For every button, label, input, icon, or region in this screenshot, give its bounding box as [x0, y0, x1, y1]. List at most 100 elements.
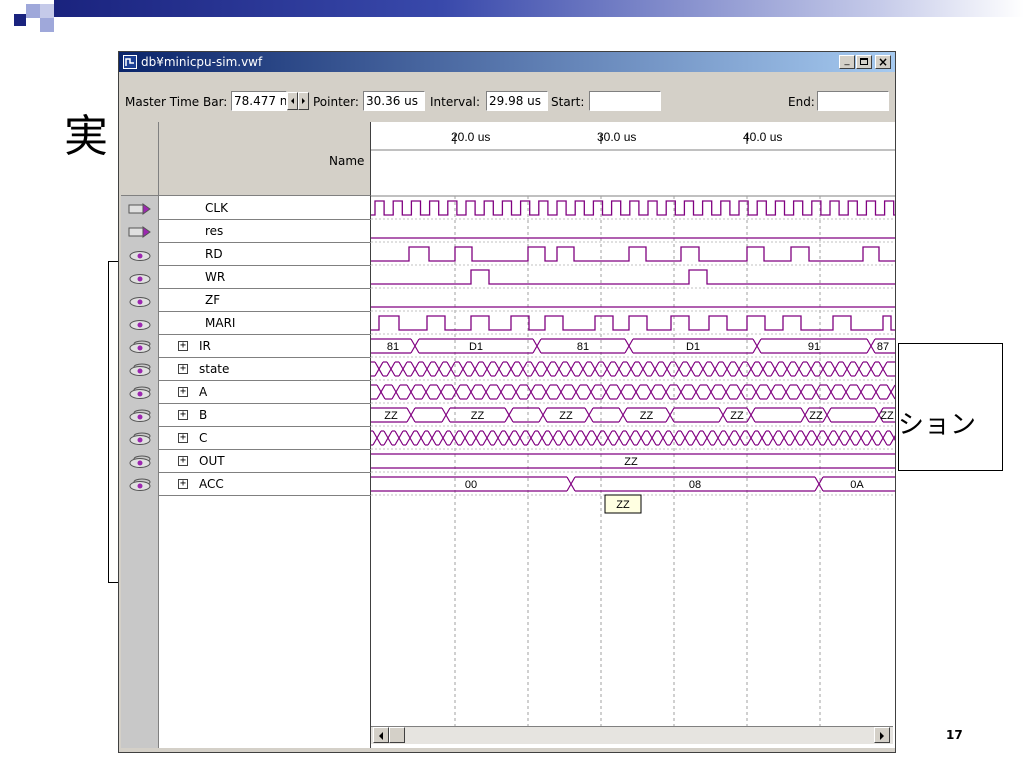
- expand-bus-icon[interactable]: +: [178, 479, 188, 489]
- scroll-left-button[interactable]: [373, 727, 389, 743]
- bus-transition: [636, 430, 646, 446]
- signal-name-acc[interactable]: ACC: [199, 477, 224, 491]
- bus-transition: [674, 361, 684, 377]
- signal-name-b[interactable]: B: [199, 408, 207, 422]
- signal-row-divider: [159, 242, 371, 243]
- bus-transition: [856, 384, 866, 400]
- horizontal-scrollbar[interactable]: [371, 726, 893, 744]
- bus-transition: [650, 361, 660, 377]
- scroll-thumb[interactable]: [389, 727, 405, 743]
- bus-value: ZZ: [880, 410, 894, 422]
- bus-transition: [506, 361, 516, 377]
- master-time-left-arrow[interactable]: [287, 92, 298, 110]
- expand-bus-icon[interactable]: +: [178, 341, 188, 351]
- name-header-label: Name: [329, 154, 365, 168]
- expand-bus-icon[interactable]: +: [178, 456, 188, 466]
- bus-transition: [736, 384, 746, 400]
- bracket-line: [108, 261, 118, 583]
- bus-transition: [625, 430, 635, 446]
- waveform-pane[interactable]: 20.0 us 30.0 us 40.0 us 81 D1 81 D1 91 87 ZZ ZZ ZZ Z…: [371, 122, 895, 748]
- master-time-bar-field[interactable]: 78.477 ns: [231, 91, 287, 111]
- signal-row-divider: [159, 357, 371, 358]
- start-field[interactable]: [589, 91, 661, 111]
- signal-name-ir[interactable]: IR: [199, 339, 211, 353]
- signal-row-divider: [159, 265, 371, 266]
- bus-value: ZZ: [809, 410, 823, 422]
- bus-value: 81: [387, 341, 399, 353]
- end-field[interactable]: [817, 91, 889, 111]
- bus-transition: [566, 361, 576, 377]
- signal-name-zf[interactable]: ZF: [205, 293, 220, 307]
- signal-name-out[interactable]: OUT: [199, 454, 225, 468]
- bus-transition: [801, 430, 811, 446]
- bus-transition: [702, 430, 712, 446]
- maximize-button[interactable]: [856, 55, 872, 69]
- icon-header-cell: [121, 122, 159, 196]
- bus-transition: [710, 361, 720, 377]
- signal-row-divider: [159, 495, 371, 496]
- bus-pin-icon: [128, 408, 152, 422]
- bus-transition: [471, 430, 481, 446]
- bus-transition: [878, 361, 888, 377]
- bus-transition: [526, 384, 536, 400]
- bus-transition: [646, 384, 656, 400]
- bus-value: ZZ: [730, 410, 744, 422]
- master-time-right-arrow[interactable]: [298, 92, 309, 110]
- expand-bus-icon[interactable]: +: [178, 433, 188, 443]
- interval-field: 29.98 us: [486, 91, 548, 111]
- pointer-label: Pointer:: [313, 95, 359, 109]
- signal-name-res[interactable]: res: [205, 224, 223, 238]
- time-label: 30.0 us: [597, 130, 636, 144]
- bus-transition: [481, 384, 491, 400]
- bus-transition: [394, 430, 404, 446]
- scroll-right-button[interactable]: [874, 727, 890, 743]
- signal-name-rd[interactable]: RD: [205, 247, 223, 261]
- window-title-bar[interactable]: db¥minicpu-sim.vwf _ ×: [119, 52, 895, 72]
- bus-transition: [542, 361, 552, 377]
- bus-transition: [614, 430, 624, 446]
- app-icon: [123, 55, 137, 69]
- minimize-button[interactable]: _: [839, 55, 855, 69]
- bus-transition: [752, 338, 762, 354]
- bus-value: 87: [877, 341, 889, 353]
- bus-transition: [638, 361, 648, 377]
- bus-transition: [541, 384, 551, 400]
- bus-transition: [751, 384, 761, 400]
- signal-name-mari[interactable]: MARI: [205, 316, 235, 330]
- bus-transition: [570, 430, 580, 446]
- close-button[interactable]: ×: [875, 55, 891, 69]
- bus-transition: [686, 361, 696, 377]
- bus-transition: [665, 407, 675, 423]
- bus-transition: [722, 361, 732, 377]
- bus-transition: [618, 407, 628, 423]
- signal-name-c[interactable]: C: [199, 431, 207, 445]
- bus-transition: [779, 430, 789, 446]
- signal-name-clk[interactable]: CLK: [205, 201, 228, 215]
- bus-transition: [854, 361, 864, 377]
- bus-transition: [818, 361, 828, 377]
- bus-transition: [372, 430, 382, 446]
- expand-bus-icon[interactable]: +: [178, 364, 188, 374]
- bus-value: D1: [686, 341, 700, 353]
- bus-transition: [515, 430, 525, 446]
- bus-transition: [530, 361, 540, 377]
- bus-transition: [790, 430, 800, 446]
- expand-bus-icon[interactable]: +: [178, 410, 188, 420]
- bus-transition: [559, 430, 569, 446]
- signal-name-a[interactable]: A: [199, 385, 207, 399]
- signal-name-wr[interactable]: WR: [205, 270, 225, 284]
- bus-transition: [841, 384, 851, 400]
- bus-transition: [436, 384, 446, 400]
- bus-transition: [434, 361, 444, 377]
- bus-transition: [794, 361, 804, 377]
- bus-transition: [581, 430, 591, 446]
- bus-transition: [374, 361, 384, 377]
- bus-transition: [806, 361, 816, 377]
- bus-value: D1: [469, 341, 483, 353]
- interval-label: Interval:: [430, 95, 480, 109]
- signal-name-state[interactable]: state: [199, 362, 229, 376]
- bus-transition: [482, 430, 492, 446]
- bus-value: ZZ: [640, 410, 654, 422]
- expand-bus-icon[interactable]: +: [178, 387, 188, 397]
- waveform-canvas: 20.0 us 30.0 us 40.0 us 81 D1 81 D1 91 87 ZZ ZZ ZZ Z…: [371, 122, 895, 726]
